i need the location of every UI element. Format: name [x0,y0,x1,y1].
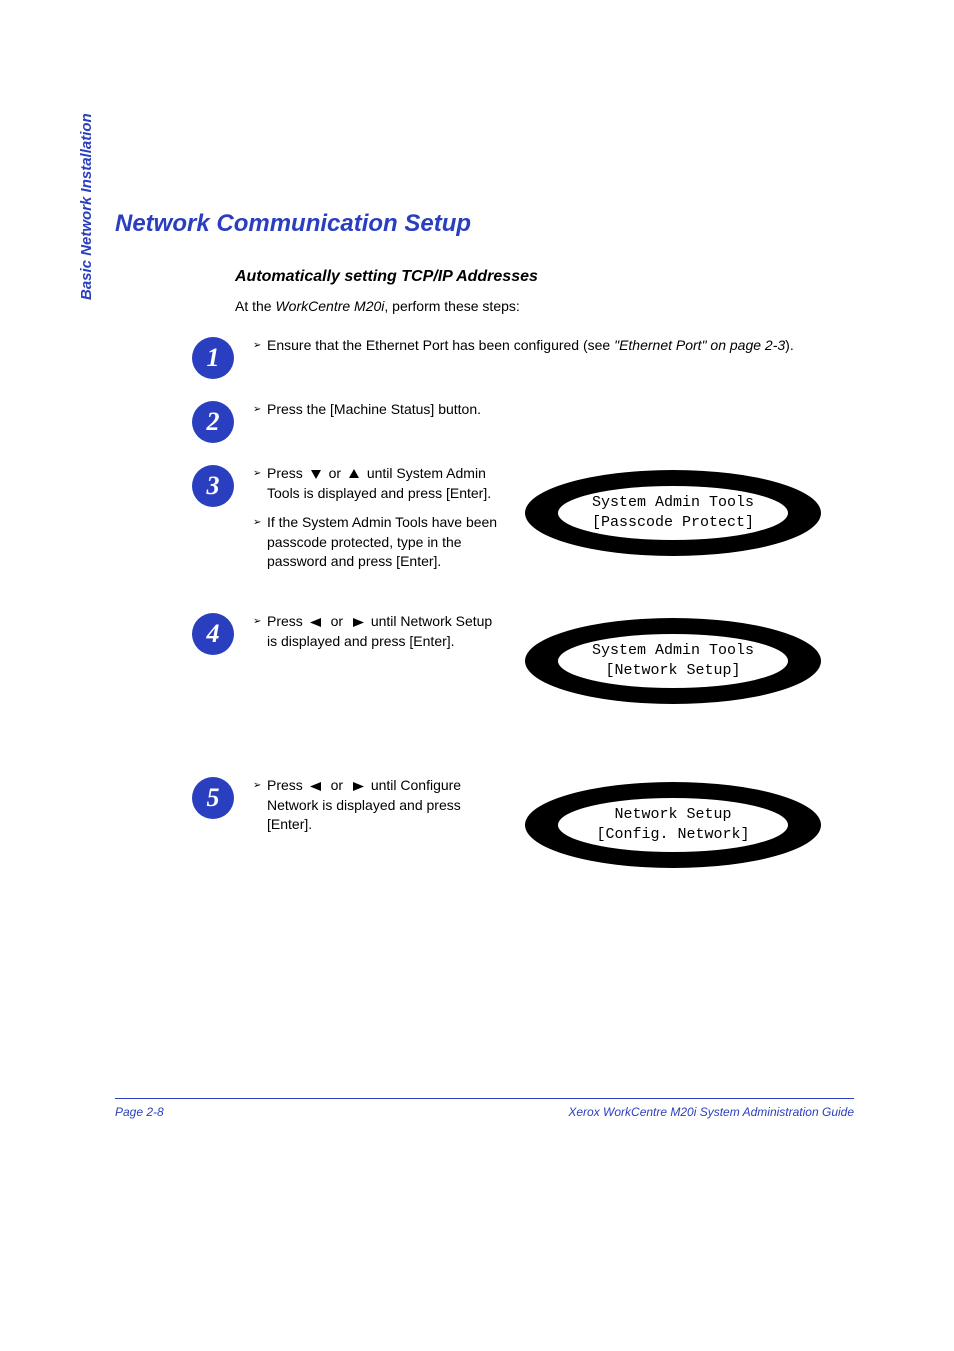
lcd-line-2: [Network Setup] [605,661,740,681]
bullet-chevron-icon: ➢ [253,513,267,572]
step-number: 1 [191,336,235,380]
step-number-badge: 2 [191,400,235,444]
footer-doc-title: Xerox WorkCentre M20i System Administrat… [568,1105,854,1119]
page-heading: Network Communication Setup [115,210,855,238]
step-number: 5 [191,776,235,820]
step-number: 4 [191,612,235,656]
lcd-line-1: System Admin Tools [592,641,754,661]
step-number-badge: 4 [191,612,235,656]
step-reference: "Ethernet Port" on page 2-3 [614,337,785,353]
lcd-line-1: Network Setup [614,805,731,825]
bullet-chevron-icon: ➢ [253,612,267,651]
bullet-chevron-icon: ➢ [253,464,267,503]
step-text-prefix: Press [267,465,307,481]
down-arrow-icon [310,468,322,480]
sidebar-section-label: Basic Network Installation [78,113,95,300]
left-arrow-icon [310,617,324,628]
step-4: 4 ➢ Press or until Network Setup is disp… [115,612,855,706]
bullet-chevron-icon: ➢ [253,400,267,420]
left-arrow-icon [310,781,324,792]
bullet-chevron-icon: ➢ [253,336,267,356]
step-bullet: ➢ Ensure that the Ethernet Port has been… [253,336,813,356]
right-arrow-icon [350,781,364,792]
step-text-mid: or [331,777,347,793]
step-1: 1 ➢ Ensure that the Ethernet Port has be… [115,336,855,380]
step-bullet: ➢ If the System Admin Tools have been pa… [253,513,503,572]
step-2: 2 ➢ Press the [Machine Status] button. [115,400,855,444]
lcd-display: System Admin Tools [Network Setup] [523,616,823,706]
intro-device: WorkCentre M20i [275,298,384,314]
step-text: Ensure that the Ethernet Port has been c… [267,337,614,353]
lcd-display: Network Setup [Config. Network] [523,780,823,870]
step-5: 5 ➢ Press or until Configure Network is … [115,776,855,870]
lcd-display: System Admin Tools [Passcode Protect] [523,468,823,558]
step-number-badge: 3 [191,464,235,508]
footer-page-number: Page 2-8 [115,1105,164,1119]
step-number: 2 [191,400,235,444]
page-footer: Page 2-8 Xerox WorkCentre M20i System Ad… [115,1098,854,1119]
step-number: 3 [191,464,235,508]
step-bullet: ➢ Press or until System Admin Tools is d… [253,464,503,503]
right-arrow-icon [350,617,364,628]
step-number-badge: 1 [191,336,235,380]
step-bullet: ➢ Press the [Machine Status] button. [253,400,813,420]
lcd-line-1: System Admin Tools [592,493,754,513]
step-text-mid: or [331,613,347,629]
step-text: Press the [Machine Status] button. [267,400,481,420]
lcd-line-2: [Passcode Protect] [592,513,754,533]
step-text-prefix: Press [267,777,307,793]
step-text: If the System Admin Tools have been pass… [267,513,503,572]
intro-suffix: , perform these steps: [384,298,519,314]
main-content: Network Communication Setup Automaticall… [115,210,855,890]
step-3: 3 ➢ Press or until System Admin Tools is… [115,464,855,582]
step-bullet: ➢ Press or until Network Setup is displa… [253,612,503,651]
step-text-prefix: Press [267,613,307,629]
intro-text: At the WorkCentre M20i, perform these st… [235,298,855,314]
step-text-mid: or [329,465,345,481]
section-subheading: Automatically setting TCP/IP Addresses [235,268,855,286]
bullet-chevron-icon: ➢ [253,776,267,835]
footer-divider [115,1098,854,1099]
lcd-line-2: [Config. Network] [596,825,749,845]
step-bullet: ➢ Press or until Configure Network is di… [253,776,503,835]
step-number-badge: 5 [191,776,235,820]
step-text-suffix: ). [785,337,794,353]
up-arrow-icon [348,468,360,480]
intro-prefix: At the [235,298,275,314]
